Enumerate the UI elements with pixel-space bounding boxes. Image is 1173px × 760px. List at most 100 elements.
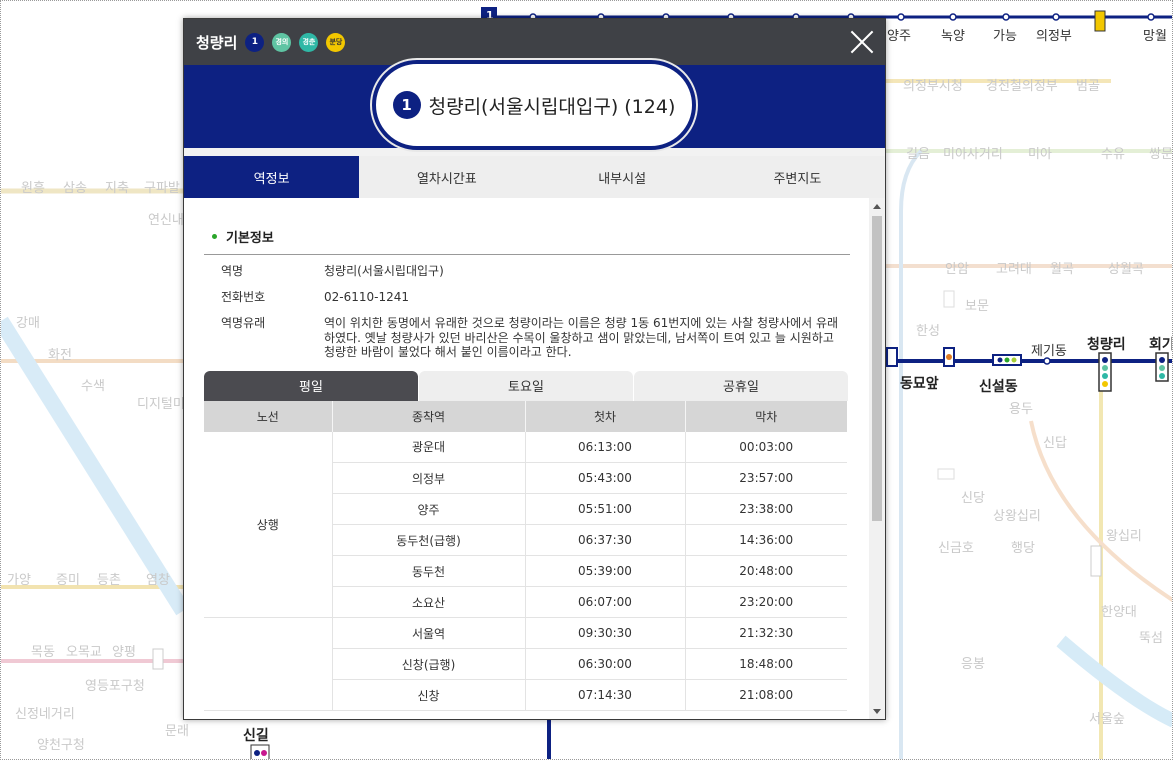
map-station-uijeongbu[interactable]: 의정부: [1036, 25, 1072, 44]
map-station-nokyang[interactable]: 녹양: [941, 25, 965, 44]
station-banner: 1 청량리(서울시립대입구) (124): [184, 60, 885, 156]
first-train-cell: 05:43:00: [525, 462, 686, 494]
scroll-thumb[interactable]: [872, 216, 882, 521]
direction-cell: [204, 617, 333, 711]
map-station-faded[interactable]: 디지털미: [137, 393, 185, 412]
map-station-ganeung[interactable]: 가능: [993, 25, 1017, 44]
info-key: 전화번호: [221, 290, 266, 304]
map-station-hoegi[interactable]: 회기: [1149, 334, 1172, 354]
map-station-faded[interactable]: 한양대: [1101, 601, 1137, 620]
tab-nearby-map[interactable]: 주변지도: [710, 156, 885, 198]
tab-saturday[interactable]: 토요일: [419, 370, 633, 401]
info-value: 02-6110-1241: [324, 290, 410, 304]
map-station-faded[interactable]: 경전철의정부: [986, 75, 1058, 94]
map-station-faded[interactable]: 한성: [916, 320, 940, 339]
map-station-mangwol[interactable]: 망월: [1143, 25, 1167, 44]
map-station-faded[interactable]: 길음: [906, 143, 930, 162]
basic-info-heading: 기본정보: [204, 227, 850, 255]
column-header: 노선: [204, 400, 333, 432]
map-station-faded[interactable]: 연신내: [148, 209, 184, 228]
last-train-cell: 23:57:00: [685, 462, 847, 494]
map-station-faded[interactable]: 신금호: [938, 537, 974, 556]
map-station-dongmyo[interactable]: 동묘앞: [900, 373, 939, 393]
popup-tabs: 역정보 열차시간표 내부시설 주변지도: [184, 156, 885, 198]
map-station-faded[interactable]: 응봉: [961, 653, 985, 672]
tab-station-info[interactable]: 역정보: [184, 156, 360, 198]
map-station-faded[interactable]: 범골: [1076, 75, 1100, 94]
map-station-faded[interactable]: 서울숲: [1089, 708, 1125, 727]
map-station-faded[interactable]: 원흥: [21, 177, 45, 196]
map-station-faded[interactable]: 행당: [1011, 537, 1035, 556]
last-train-cell: 21:08:00: [685, 679, 847, 711]
scroll-up-icon[interactable]: [873, 204, 881, 209]
last-train-cell: 00:03:00: [685, 431, 847, 463]
map-station-faded[interactable]: 뚝섬: [1139, 627, 1163, 646]
map-station-sinseol[interactable]: 신설동: [979, 376, 1018, 396]
map-station-faded[interactable]: 목동: [31, 641, 55, 660]
tab-weekday[interactable]: 평일: [204, 370, 418, 401]
map-station-faded[interactable]: 용두: [1009, 398, 1033, 417]
map-station-faded[interactable]: 염창: [146, 569, 170, 588]
station-info-content: 기본정보 역명 청량리(서울시립대입구) 전화번호 02-6110-1241 역…: [184, 198, 870, 719]
map-station-faded[interactable]: 영등포구청: [85, 675, 145, 694]
map-station-faded[interactable]: 강매: [16, 312, 40, 331]
map-station-faded[interactable]: 고려대: [996, 258, 1032, 277]
table-header-row: 노선 종착역 첫차 막차: [204, 400, 847, 432]
map-station-faded[interactable]: 삼송: [63, 177, 87, 196]
tab-holiday[interactable]: 공휴일: [634, 370, 848, 401]
map-station-faded[interactable]: 미아사거리: [943, 143, 1003, 162]
station-name: 청량리(서울시립대입구) (124): [428, 95, 676, 118]
map-station-yangju[interactable]: 양주: [887, 25, 911, 44]
destination-cell: 동두천: [332, 555, 526, 587]
first-train-cell: 05:51:00: [525, 493, 686, 525]
map-station-faded[interactable]: 수색: [81, 375, 105, 394]
map-station-faded[interactable]: 지축: [105, 177, 129, 196]
map-station-faded[interactable]: 신정네거리: [15, 703, 75, 722]
map-station-faded[interactable]: 안암: [945, 258, 969, 277]
subway-map-page: 1 양주 녹양 가능 의정부 망월 의정부시청 경전철의정부 범골 길음 미아사…: [0, 0, 1173, 760]
map-station-faded[interactable]: 양평: [112, 641, 136, 660]
destination-cell: 소요산: [332, 586, 526, 618]
destination-cell: 신창(급행): [332, 648, 526, 680]
map-station-faded[interactable]: 수유: [1101, 143, 1125, 162]
first-train-cell: 05:39:00: [525, 555, 686, 587]
map-station-cheongnyangni[interactable]: 청량리: [1087, 334, 1126, 354]
scroll-down-icon[interactable]: [873, 709, 881, 714]
map-station-faded[interactable]: 가양: [7, 569, 31, 588]
last-train-cell: 23:20:00: [685, 586, 847, 618]
map-station-faded[interactable]: 상월곡: [1108, 258, 1144, 277]
map-station-faded[interactable]: 등촌: [97, 569, 121, 588]
map-station-faded[interactable]: 보문: [965, 295, 989, 314]
map-station-faded[interactable]: 상왕십리: [993, 505, 1041, 524]
column-header: 첫차: [525, 400, 686, 432]
first-train-cell: 06:37:30: [525, 524, 686, 556]
info-key: 역명유래: [221, 316, 266, 330]
tab-facilities[interactable]: 내부시설: [535, 156, 710, 198]
map-station-faded[interactable]: 오목교: [66, 641, 102, 660]
info-value: 청량리(서울시립대입구): [324, 264, 444, 278]
tab-timetable[interactable]: 열차시간표: [359, 156, 534, 198]
map-station-faded[interactable]: 쌍문: [1149, 143, 1172, 162]
map-station-faded[interactable]: 화전: [48, 344, 72, 363]
content-scrollbar[interactable]: [869, 198, 885, 719]
map-station-faded[interactable]: 신답: [1043, 432, 1067, 451]
map-station-faded[interactable]: 월곡: [1050, 258, 1074, 277]
info-key: 역명: [221, 264, 244, 278]
map-station-jegi[interactable]: 제기동: [1031, 340, 1067, 359]
station-info-popup: 청량리 1 경의 경춘 분당 1 청량리(서울시립대입구) (124) 역정보 …: [183, 18, 886, 720]
station-line-badge: 1: [392, 91, 421, 119]
map-station-faded[interactable]: 왕십리: [1106, 525, 1142, 544]
map-station-faded[interactable]: 미아: [1028, 143, 1052, 162]
map-station-singil[interactable]: 신길: [243, 725, 269, 745]
map-station-faded[interactable]: 양천구청: [37, 734, 85, 753]
map-station-faded[interactable]: 신당: [961, 487, 985, 506]
map-station-faded[interactable]: 의정부시청: [903, 75, 963, 94]
last-train-cell: 14:36:00: [685, 524, 847, 556]
map-station-faded[interactable]: 구파발: [144, 177, 180, 196]
gyeongui-line-badge: 경의: [272, 32, 292, 52]
map-station-faded[interactable]: 증미: [56, 569, 80, 588]
map-station-faded[interactable]: 문래: [165, 720, 189, 739]
close-button[interactable]: [849, 29, 875, 55]
basic-info-table: 역명 청량리(서울시립대입구) 전화번호 02-6110-1241 역명유래 역…: [204, 264, 850, 360]
destination-cell: 동두천(급행): [332, 524, 526, 556]
